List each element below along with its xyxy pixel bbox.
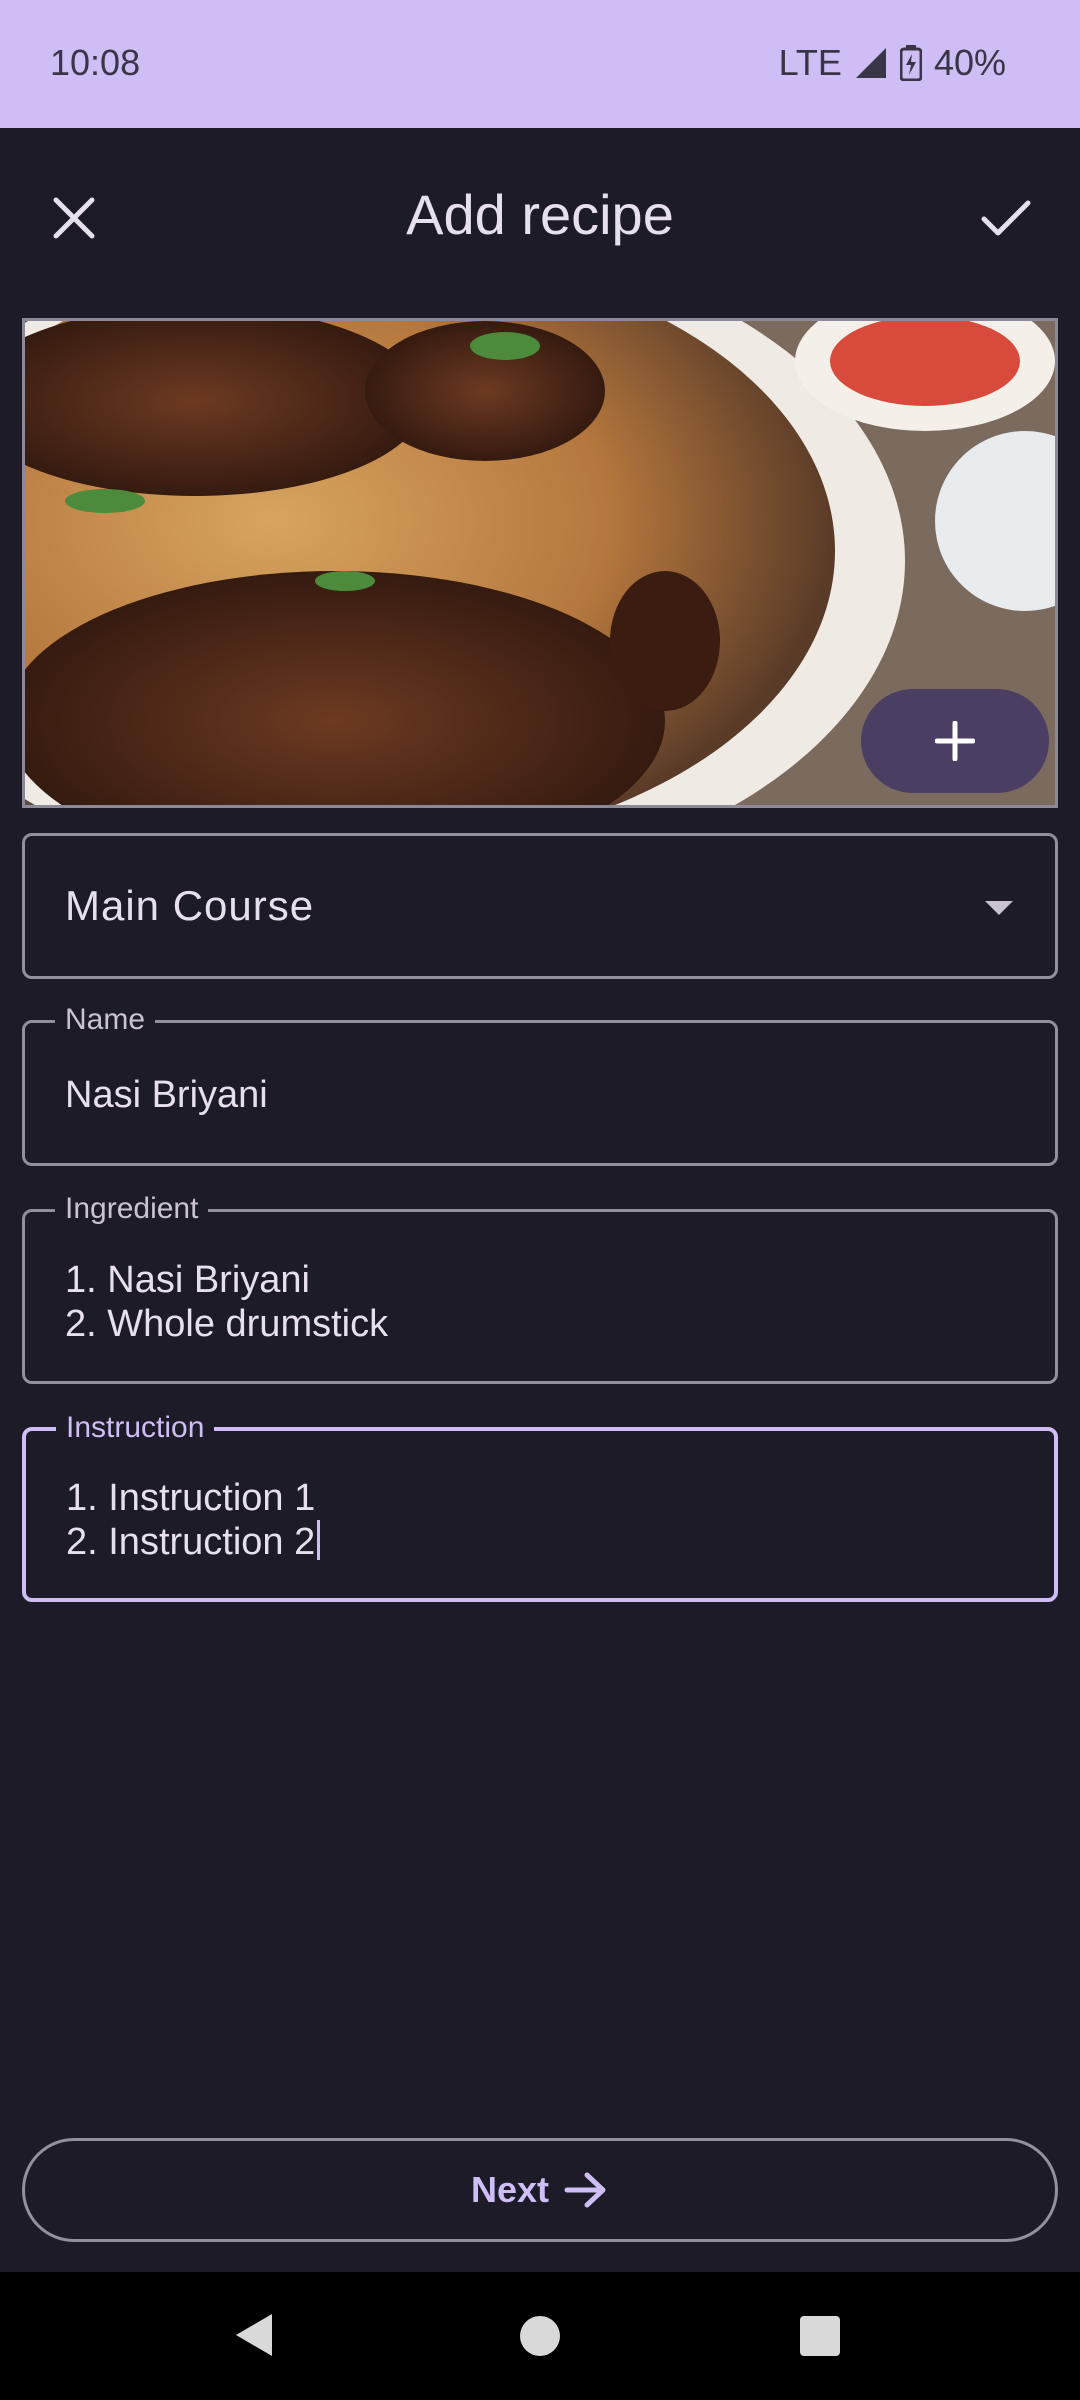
ingredient-field[interactable]: Ingredient 1. Nasi Briyani 2. Whole drum… xyxy=(22,1192,1058,1384)
category-dropdown[interactable]: Main Course xyxy=(22,833,1058,979)
add-recipe-screen: Add recipe Main Course Name Nasi Briyani… xyxy=(0,128,1080,2272)
top-app-bar: Add recipe xyxy=(0,128,1080,298)
dropdown-arrow-icon xyxy=(985,901,1013,915)
name-label: Name xyxy=(55,1003,156,1037)
plus-icon xyxy=(935,721,975,761)
network-label: LTE xyxy=(778,42,842,83)
check-icon xyxy=(981,200,1031,236)
next-button-label: Next xyxy=(470,2169,550,2210)
page-title: Add recipe xyxy=(406,183,674,246)
system-nav-bar xyxy=(0,2272,1080,2400)
name-field[interactable]: Name Nasi Briyani xyxy=(22,1003,1058,1166)
signal-icon xyxy=(854,46,888,80)
ingredient-label: Ingredient xyxy=(55,1192,209,1226)
battery-icon xyxy=(899,45,922,81)
instruction-field[interactable]: Instruction 1. Instruction 1 2. Instruct… xyxy=(22,1411,1058,1602)
instruction-text: 1. Instruction 1 2. Instruction 2 xyxy=(66,1477,316,1563)
category-value: Main Course xyxy=(65,882,315,929)
name-value: Nasi Briyani xyxy=(65,1074,268,1116)
instruction-value: 1. Instruction 1 2. Instruction 2 xyxy=(66,1476,321,1564)
add-photo-button[interactable] xyxy=(861,689,1049,793)
save-button[interactable] xyxy=(966,178,1046,258)
home-icon[interactable] xyxy=(520,2316,560,2356)
next-button[interactable]: Next xyxy=(22,2138,1058,2242)
battery-percent: 40% xyxy=(933,42,1006,83)
text-cursor xyxy=(317,1520,321,1560)
instruction-label: Instruction xyxy=(56,1411,215,1445)
status-time: 10:08 xyxy=(50,42,141,83)
ingredient-value: 1. Nasi Briyani 2. Whole drumstick xyxy=(65,1259,389,1345)
status-icons: LTE 40% xyxy=(779,42,1006,84)
recents-icon[interactable] xyxy=(800,2316,840,2356)
arrow-right-icon xyxy=(564,2172,606,2208)
recipe-photo xyxy=(22,318,1058,808)
back-icon[interactable] xyxy=(232,2312,276,2358)
status-bar: 10:08 LTE 40% xyxy=(0,0,1080,128)
